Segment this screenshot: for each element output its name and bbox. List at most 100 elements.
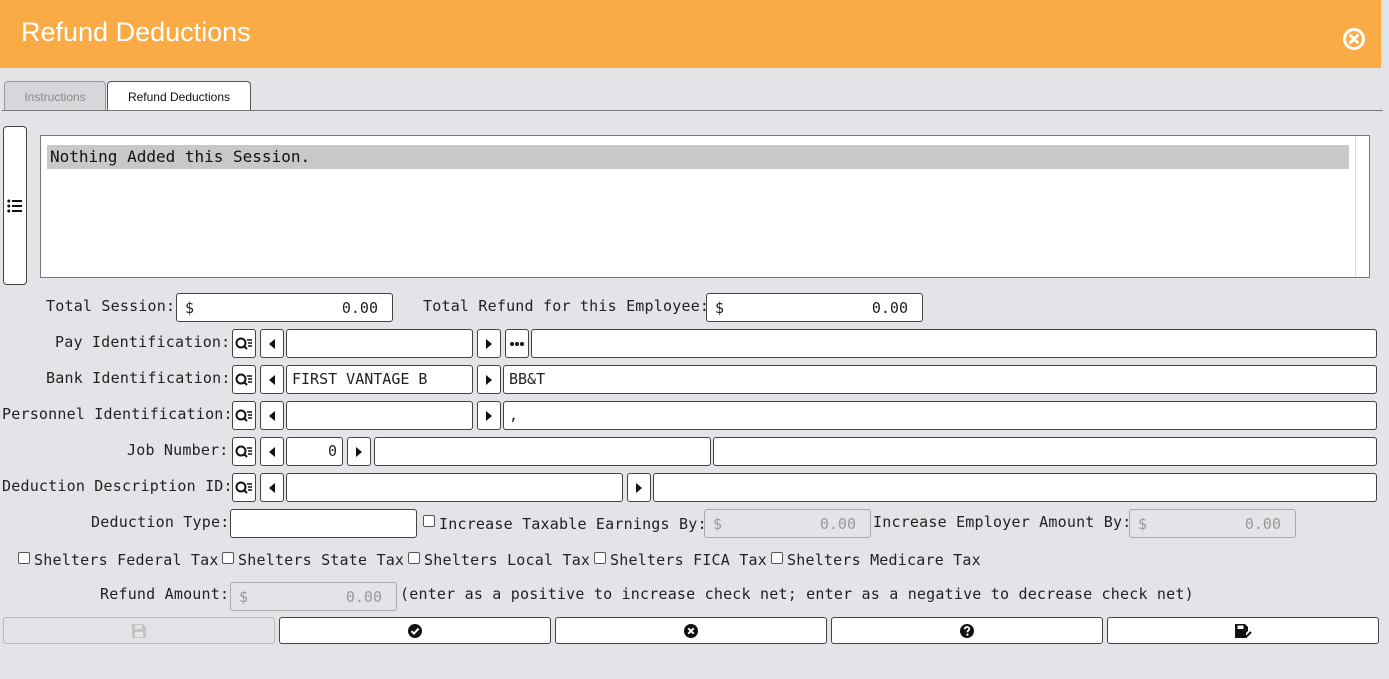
deduction-desc-label: Deduction Description ID:	[2, 477, 233, 495]
check-circle-icon	[408, 623, 422, 638]
personnel-id-input[interactable]	[286, 401, 473, 430]
shelters-state-checkbox[interactable]	[222, 552, 234, 564]
increase-taxable-checkbox[interactable]	[423, 515, 435, 527]
shelters-local-checkbox[interactable]	[408, 552, 420, 564]
personnel-id-next-button[interactable]	[477, 401, 501, 430]
refund-amount-value: 0.00	[345, 587, 382, 606]
total-session-label: Total Session:	[46, 297, 176, 315]
increase-employer-label: Increase Employer Amount By:	[873, 513, 1132, 531]
cancel-circle-icon	[684, 623, 698, 638]
title-bar: Refund Deductions	[0, 0, 1381, 68]
save-icon	[132, 623, 146, 638]
deduction-type-label: Deduction Type:	[91, 513, 230, 531]
caret-right-icon	[356, 446, 362, 457]
pay-id-label: Pay Identification:	[55, 333, 231, 351]
currency-symbol: $	[1138, 514, 1148, 533]
shelters-local-label: Shelters Local Tax	[424, 551, 591, 569]
save-and-close-button[interactable]	[1107, 617, 1379, 644]
total-employee-field: $ 0.00	[706, 293, 923, 322]
caret-left-icon	[269, 374, 275, 385]
increase-taxable-field: $ 0.00	[704, 509, 871, 538]
shelters-medicare-checkbox[interactable]	[771, 552, 783, 564]
caret-right-icon	[636, 482, 642, 493]
total-session-field: $ 0.00	[176, 293, 393, 322]
pay-id-description[interactable]	[531, 329, 1377, 358]
refund-note: (enter as a positive to increase check n…	[400, 585, 1194, 603]
tab-refund-deductions[interactable]: Refund Deductions	[107, 81, 251, 111]
caret-left-icon	[269, 446, 275, 457]
pay-id-prev-button[interactable]	[260, 329, 284, 358]
shelters-medicare-label: Shelters Medicare Tax	[787, 551, 981, 569]
total-employee-label: Total Refund for this Employee:	[423, 297, 710, 315]
personnel-id-description[interactable]: ,	[503, 401, 1377, 430]
page-title: Refund Deductions	[21, 17, 251, 47]
personnel-id-prev-button[interactable]	[260, 401, 284, 430]
tab-divider	[2, 110, 1383, 111]
list-toggle-button[interactable]	[3, 126, 27, 285]
job-description-field[interactable]	[374, 437, 711, 466]
bank-id-input[interactable]: FIRST VANTAGE B	[286, 365, 473, 394]
refund-amount-label: Refund Amount:	[100, 585, 230, 603]
job-description-field-2[interactable]	[713, 437, 1377, 466]
shelters-fica-checkbox[interactable]	[594, 552, 606, 564]
deduction-desc-prev-button[interactable]	[260, 473, 284, 502]
job-number-input[interactable]: 0	[286, 437, 343, 466]
caret-left-icon	[269, 482, 275, 493]
session-list[interactable]: Nothing Added this Session.	[40, 135, 1370, 278]
help-circle-icon	[960, 623, 974, 638]
increase-taxable-label: Increase Taxable Earnings By:	[439, 515, 707, 533]
deduction-desc-description[interactable]	[653, 473, 1377, 502]
job-number-label: Job Number:	[127, 441, 229, 459]
pay-id-search-button[interactable]	[232, 329, 256, 358]
search-list-icon	[235, 409, 252, 422]
deduction-desc-search-button[interactable]	[232, 473, 256, 502]
total-employee-value: 0.00	[871, 298, 908, 317]
job-search-button[interactable]	[232, 437, 256, 466]
shelters-state-label: Shelters State Tax	[238, 551, 405, 569]
job-next-button[interactable]	[347, 437, 371, 466]
currency-symbol: $	[185, 298, 195, 317]
pay-id-input[interactable]	[286, 329, 473, 358]
list-icon	[7, 199, 22, 212]
caret-right-icon	[486, 338, 492, 349]
save-check-icon	[1235, 623, 1252, 638]
shelters-federal-label: Shelters Federal Tax	[34, 551, 219, 569]
help-button[interactable]	[831, 617, 1103, 644]
currency-symbol: $	[239, 587, 249, 606]
personnel-id-search-button[interactable]	[232, 401, 256, 430]
pay-id-more-button[interactable]	[505, 329, 529, 358]
save-button[interactable]	[3, 617, 275, 644]
bank-id-search-button[interactable]	[232, 365, 256, 394]
bank-id-label: Bank Identification:	[46, 369, 231, 387]
total-session-value: 0.00	[341, 298, 378, 317]
list-item[interactable]: Nothing Added this Session.	[47, 145, 1349, 169]
bank-id-description[interactable]: BB&T	[503, 365, 1377, 394]
personnel-id-label: Personnel Identification:	[2, 405, 233, 423]
increase-taxable-value: 0.00	[819, 514, 856, 533]
bank-id-prev-button[interactable]	[260, 365, 284, 394]
caret-right-icon	[486, 410, 492, 421]
search-list-icon	[235, 481, 252, 494]
currency-symbol: $	[713, 514, 723, 533]
search-list-icon	[235, 445, 252, 458]
scrollbar[interactable]	[1355, 136, 1369, 277]
close-icon[interactable]	[1342, 27, 1366, 51]
search-list-icon	[235, 373, 252, 386]
ellipsis-icon	[510, 341, 524, 346]
job-prev-button[interactable]	[260, 437, 284, 466]
caret-left-icon	[269, 338, 275, 349]
deduction-desc-input[interactable]	[286, 473, 623, 502]
search-list-icon	[235, 337, 252, 350]
bank-id-next-button[interactable]	[477, 365, 501, 394]
pay-id-next-button[interactable]	[477, 329, 501, 358]
accept-button[interactable]	[279, 617, 551, 644]
increase-employer-field: $ 0.00	[1129, 509, 1296, 538]
cancel-button[interactable]	[555, 617, 827, 644]
deduction-desc-next-button[interactable]	[627, 473, 651, 502]
shelters-federal-checkbox[interactable]	[18, 552, 30, 564]
tab-instructions[interactable]: Instructions	[4, 81, 106, 111]
increase-employer-value: 0.00	[1244, 514, 1281, 533]
caret-right-icon	[486, 374, 492, 385]
deduction-type-input[interactable]	[230, 509, 417, 538]
currency-symbol: $	[715, 298, 725, 317]
